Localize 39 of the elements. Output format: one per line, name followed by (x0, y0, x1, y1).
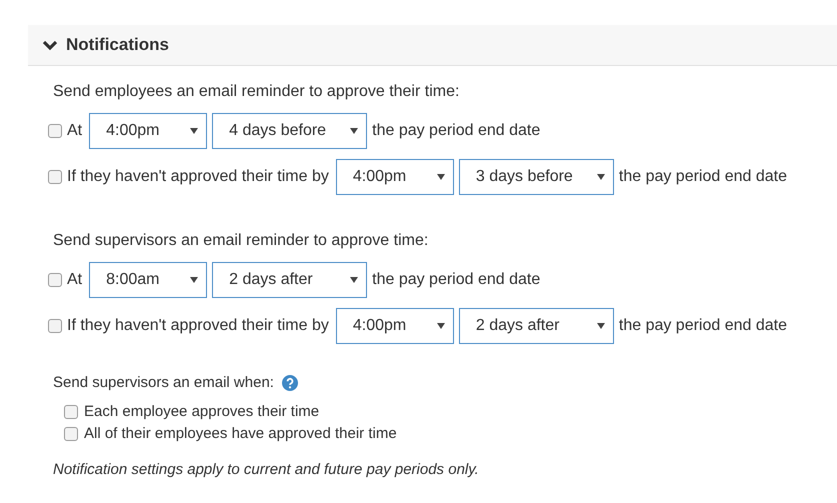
row-suffix: the pay period end date (618, 316, 788, 336)
dropdown[interactable]: 4 days before (212, 113, 368, 149)
caret-icon (190, 128, 198, 134)
panel-title: Notifications (66, 34, 169, 56)
caret-icon (436, 174, 445, 180)
caret-icon (350, 277, 358, 283)
row-label: At (67, 121, 82, 141)
row-suffix: the pay period end date (372, 270, 540, 290)
checkbox[interactable] (48, 170, 62, 184)
caret-icon (596, 174, 605, 180)
dropdown[interactable]: 4:00pm (336, 159, 454, 195)
dropdown[interactable]: 2 days after (212, 262, 368, 298)
caret-icon (436, 323, 445, 329)
caret-icon (596, 323, 605, 329)
checkbox[interactable] (48, 124, 62, 138)
dropdown[interactable]: 4:00pm (89, 113, 208, 149)
checkbox[interactable] (64, 404, 78, 418)
section-heading: Send employees an email reminder to approve their time: (52, 82, 460, 102)
section-heading: Send supervisors an email when: (53, 373, 274, 393)
row-label: If they haven't approved their time by (67, 167, 329, 187)
checkbox[interactable] (48, 273, 62, 287)
section-heading: Send supervisors an email reminder to approve time: (52, 231, 430, 251)
dropdown[interactable]: 3 days before (458, 159, 614, 195)
checkbox[interactable] (48, 319, 62, 333)
caret-icon (350, 128, 358, 134)
dropdown[interactable]: 8:00am (89, 262, 208, 298)
caret-icon (190, 277, 198, 283)
dropdown[interactable]: 2 days after (458, 308, 614, 344)
help-icon[interactable] (282, 375, 298, 392)
panel-header[interactable]: Notifications (28, 25, 837, 66)
row-label: At (67, 270, 82, 290)
row-label: If they haven't approved their time by (67, 316, 329, 336)
option-label: Each employee approves their time (84, 402, 320, 422)
row-suffix: the pay period end date (372, 121, 540, 141)
checkbox[interactable] (64, 426, 78, 440)
option-label: All of their employees have approved their time (84, 424, 397, 444)
dropdown[interactable]: 4:00pm (336, 308, 454, 344)
row-suffix: the pay period end date (618, 167, 788, 187)
note: Notification settings apply to current and future pay periods only. (52, 460, 480, 480)
